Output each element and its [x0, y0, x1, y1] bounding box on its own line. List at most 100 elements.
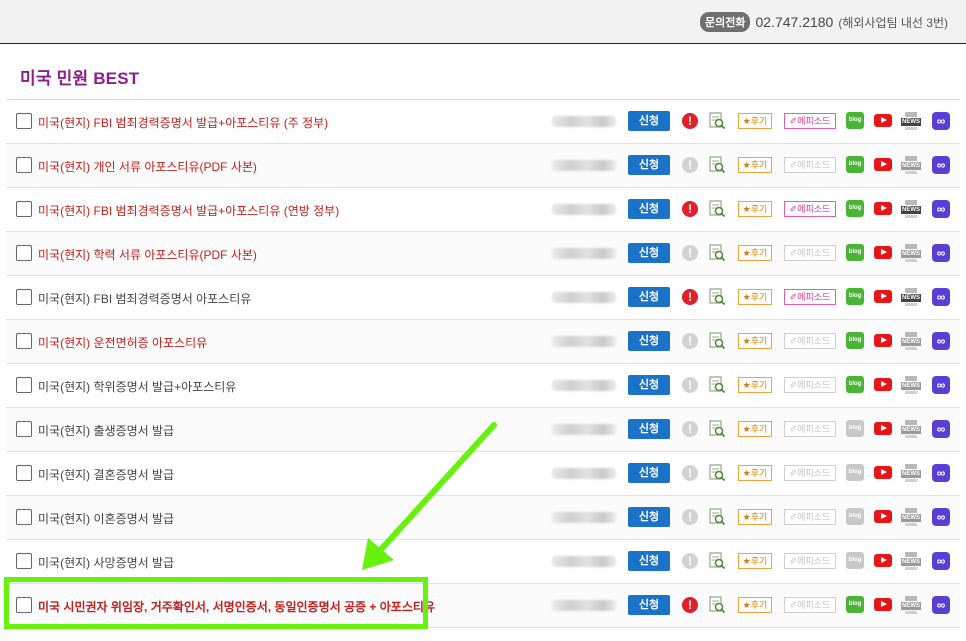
alert-icon[interactable]: ! — [682, 421, 698, 437]
review-button[interactable]: ★후기 — [738, 597, 772, 613]
youtube-icon[interactable] — [874, 598, 892, 611]
alert-icon[interactable]: ! — [682, 333, 698, 349]
service-name[interactable]: 미국(현지) FBI 범죄경력증명서 발급+아포스티유 (주 정부) — [38, 114, 328, 131]
document-search-icon[interactable] — [708, 464, 726, 482]
row-checkbox[interactable] — [16, 157, 32, 173]
service-name[interactable]: 미국(현지) FBI 범죄경력증명서 발급+아포스티유 (연방 정부) — [38, 202, 339, 219]
apply-button[interactable]: 신청 — [628, 331, 670, 351]
youtube-icon[interactable] — [874, 246, 892, 259]
document-search-icon[interactable] — [708, 552, 726, 570]
link-icon[interactable]: ∞ — [932, 508, 950, 526]
review-button[interactable]: ★후기 — [738, 113, 772, 129]
apply-button[interactable]: 신청 — [628, 551, 670, 571]
service-name[interactable]: 미국(현지) 사망증명서 발급 — [38, 554, 174, 571]
youtube-icon[interactable] — [874, 158, 892, 171]
link-icon[interactable]: ∞ — [932, 552, 950, 570]
review-button[interactable]: ★후기 — [738, 289, 772, 305]
episode-button[interactable]: ✐에피소드 — [784, 289, 836, 305]
episode-button[interactable]: ✐에피소드 — [784, 421, 836, 437]
service-name[interactable]: 미국(현지) 운전면허증 아포스티유 — [38, 334, 207, 351]
service-name[interactable]: 미국(현지) 결혼증명서 발급 — [38, 466, 174, 483]
row-checkbox[interactable] — [16, 421, 32, 437]
link-icon[interactable]: ∞ — [932, 112, 950, 130]
news-icon[interactable]: NEWS — [901, 508, 921, 526]
blog-icon[interactable]: blog — [846, 420, 864, 437]
review-button[interactable]: ★후기 — [738, 245, 772, 261]
youtube-icon[interactable] — [874, 466, 892, 479]
blog-icon[interactable]: blog — [846, 288, 864, 305]
episode-button[interactable]: ✐에피소드 — [784, 377, 836, 393]
news-icon[interactable]: NEWS — [901, 200, 921, 218]
episode-button[interactable]: ✐에피소드 — [784, 113, 836, 129]
link-icon[interactable]: ∞ — [932, 596, 950, 614]
apply-button[interactable]: 신청 — [628, 375, 670, 395]
document-search-icon[interactable] — [708, 508, 726, 526]
youtube-icon[interactable] — [874, 510, 892, 523]
news-icon[interactable]: NEWS — [901, 156, 921, 174]
link-icon[interactable]: ∞ — [932, 288, 950, 306]
youtube-icon[interactable] — [874, 378, 892, 391]
blog-icon[interactable]: blog — [846, 332, 864, 349]
document-search-icon[interactable] — [708, 156, 726, 174]
review-button[interactable]: ★후기 — [738, 333, 772, 349]
alert-icon[interactable]: ! — [682, 245, 698, 261]
row-checkbox[interactable] — [16, 553, 32, 569]
review-button[interactable]: ★후기 — [738, 465, 772, 481]
apply-button[interactable]: 신청 — [628, 199, 670, 219]
service-name[interactable]: 미국(현지) 출생증명서 발급 — [38, 422, 174, 439]
blog-icon[interactable]: blog — [846, 552, 864, 569]
alert-icon[interactable]: ! — [682, 113, 698, 129]
apply-button[interactable]: 신청 — [628, 595, 670, 615]
episode-button[interactable]: ✐에피소드 — [784, 553, 836, 569]
review-button[interactable]: ★후기 — [738, 201, 772, 217]
blog-icon[interactable]: blog — [846, 464, 864, 481]
link-icon[interactable]: ∞ — [932, 156, 950, 174]
document-search-icon[interactable] — [708, 288, 726, 306]
alert-icon[interactable]: ! — [682, 553, 698, 569]
row-checkbox[interactable] — [16, 377, 32, 393]
alert-icon[interactable]: ! — [682, 377, 698, 393]
link-icon[interactable]: ∞ — [932, 244, 950, 262]
blog-icon[interactable]: blog — [846, 112, 864, 129]
document-search-icon[interactable] — [708, 376, 726, 394]
row-checkbox[interactable] — [16, 509, 32, 525]
document-search-icon[interactable] — [708, 244, 726, 262]
news-icon[interactable]: NEWS — [901, 332, 921, 350]
episode-button[interactable]: ✐에피소드 — [784, 509, 836, 525]
review-button[interactable]: ★후기 — [738, 509, 772, 525]
episode-button[interactable]: ✐에피소드 — [784, 157, 836, 173]
document-search-icon[interactable] — [708, 420, 726, 438]
youtube-icon[interactable] — [874, 422, 892, 435]
row-checkbox[interactable] — [16, 465, 32, 481]
news-icon[interactable]: NEWS — [901, 112, 921, 130]
blog-icon[interactable]: blog — [846, 596, 864, 613]
alert-icon[interactable]: ! — [682, 201, 698, 217]
blog-icon[interactable]: blog — [846, 244, 864, 261]
review-button[interactable]: ★후기 — [738, 157, 772, 173]
service-name[interactable]: 미국 시민권자 위임장, 거주확인서, 서명인증서, 동일인증명서 공증 + 아… — [38, 598, 435, 615]
apply-button[interactable]: 신청 — [628, 155, 670, 175]
alert-icon[interactable]: ! — [682, 509, 698, 525]
news-icon[interactable]: NEWS — [901, 464, 921, 482]
episode-button[interactable]: ✐에피소드 — [784, 245, 836, 261]
review-button[interactable]: ★후기 — [738, 553, 772, 569]
news-icon[interactable]: NEWS — [901, 596, 921, 614]
episode-button[interactable]: ✐에피소드 — [784, 597, 836, 613]
service-name[interactable]: 미국(현지) FBI 범죄경력증명서 아포스티유 — [38, 290, 251, 307]
alert-icon[interactable]: ! — [682, 289, 698, 305]
review-button[interactable]: ★후기 — [738, 421, 772, 437]
episode-button[interactable]: ✐에피소드 — [784, 465, 836, 481]
alert-icon[interactable]: ! — [682, 465, 698, 481]
phone-number[interactable]: 02.747.2180 — [755, 14, 833, 30]
service-name[interactable]: 미국(현지) 학위증명서 발급+아포스티유 — [38, 378, 236, 395]
alert-icon[interactable]: ! — [682, 597, 698, 613]
row-checkbox[interactable] — [16, 113, 32, 129]
alert-icon[interactable]: ! — [682, 157, 698, 173]
youtube-icon[interactable] — [874, 290, 892, 303]
apply-button[interactable]: 신청 — [628, 287, 670, 307]
blog-icon[interactable]: blog — [846, 156, 864, 173]
news-icon[interactable]: NEWS — [901, 552, 921, 570]
youtube-icon[interactable] — [874, 202, 892, 215]
episode-button[interactable]: ✐에피소드 — [784, 201, 836, 217]
document-search-icon[interactable] — [708, 112, 726, 130]
